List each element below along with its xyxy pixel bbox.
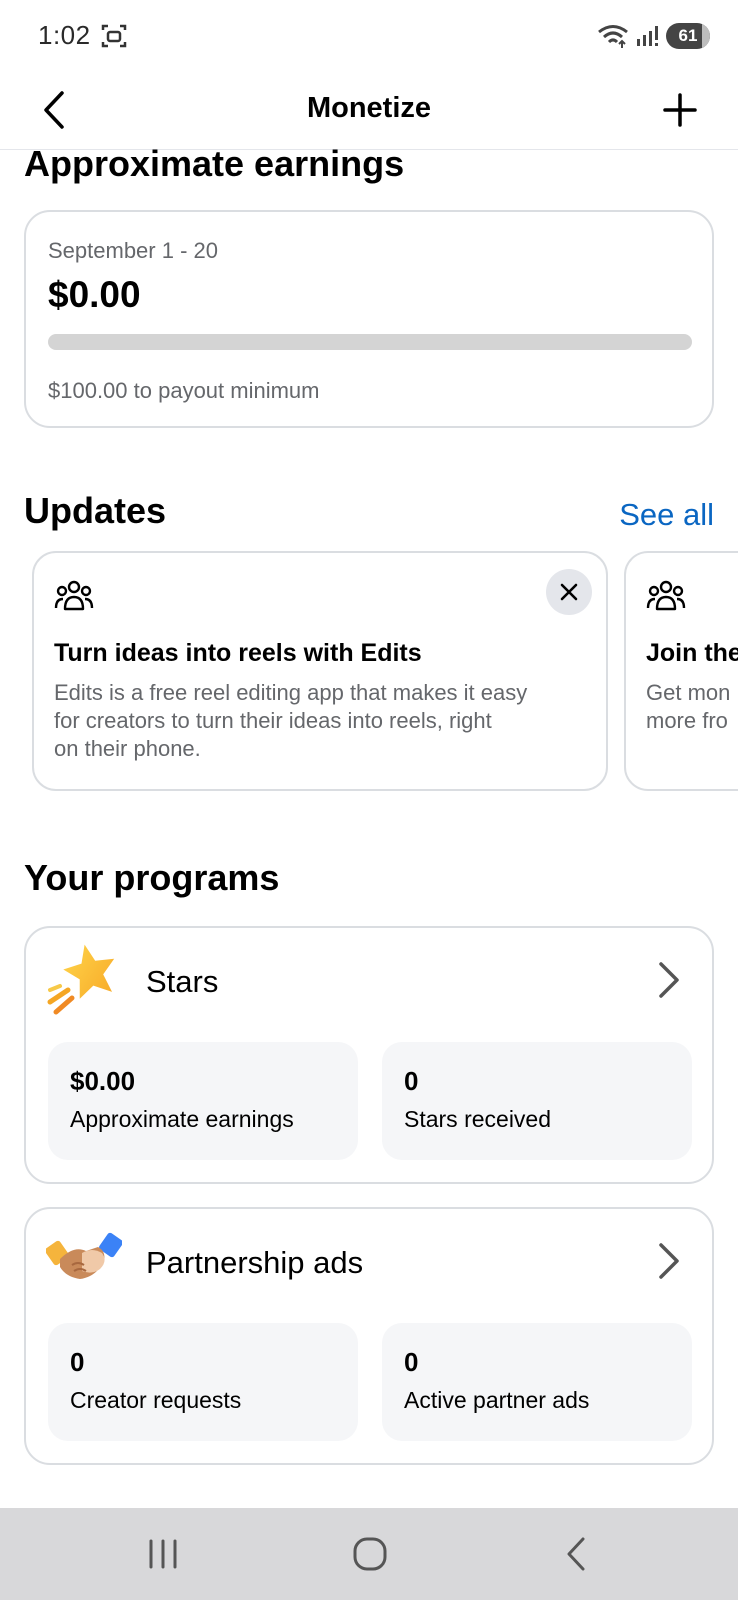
status-icons: 61 [596, 20, 710, 52]
stat-value: 0 [404, 1347, 419, 1377]
earnings-heading: Approximate earnings [24, 143, 405, 184]
update-description-line: Edits is a free reel editing app that ma… [54, 680, 528, 705]
people-icon [54, 580, 94, 611]
earnings-card[interactable]: September 1 - 20 $0.00 $100.00 to payout… [24, 210, 714, 428]
update-card[interactable]: Join the Get mon more fro [624, 551, 738, 791]
close-icon [560, 583, 578, 601]
stat-value: $0.00 [70, 1066, 136, 1096]
home-icon [353, 1537, 387, 1571]
programs-heading: Your programs [24, 857, 280, 898]
system-back-button[interactable] [546, 1532, 606, 1576]
status-bar: 1:02 61 [0, 0, 738, 72]
recent-apps-button[interactable] [133, 1532, 193, 1576]
program-name: Stars [146, 964, 219, 999]
stat-label: Approximate earnings [70, 1106, 294, 1132]
payout-minimum-note: $100.00 to payout minimum [48, 378, 320, 403]
see-all-link[interactable]: See all [619, 497, 714, 533]
battery-level: 61 [678, 26, 698, 45]
page-title: Monetize [306, 92, 432, 124]
stat-value: 0 [404, 1066, 419, 1096]
handshake-icon [46, 1232, 122, 1279]
program-name: Partnership ads [146, 1245, 364, 1280]
people-icon [646, 580, 686, 611]
payout-progress-bar [48, 334, 692, 350]
update-description-line: on their phone. [54, 736, 201, 761]
updates-heading: Updates [24, 490, 167, 531]
earnings-amount: $0.00 [48, 274, 141, 315]
star-icon [47, 944, 115, 1015]
program-card-partnership-ads[interactable]: Partnership ads 0 Creator requests 0 Act… [24, 1207, 714, 1465]
earnings-period: September 1 - 20 [48, 238, 218, 263]
back-arrow-icon [567, 1537, 585, 1571]
stat-approximate-earnings: $0.00 Approximate earnings [48, 1042, 358, 1160]
signal-icon [637, 26, 658, 46]
update-description-line: Get mon [646, 680, 731, 705]
update-description: Edits is a free reel editing app that ma… [54, 679, 584, 763]
app-header: Monetize [0, 72, 738, 150]
plus-icon [663, 93, 697, 127]
updates-carousel[interactable]: Turn ideas into reels with Edits Edits i… [0, 551, 738, 793]
update-description-line: for creators to turn their ideas into re… [54, 708, 492, 733]
battery-indicator: 61 [666, 23, 710, 49]
status-time: 1:02 [38, 20, 91, 50]
screenshot-icon [101, 24, 127, 48]
stat-value: 0 [70, 1347, 85, 1377]
update-description-line: more fro [646, 708, 728, 733]
stat-label: Creator requests [70, 1387, 242, 1413]
add-button[interactable] [658, 88, 702, 132]
update-title: Turn ideas into reels with Edits [54, 639, 422, 667]
wifi-icon [598, 25, 628, 48]
system-nav-bar [0, 1508, 738, 1600]
dismiss-button[interactable] [546, 569, 592, 615]
stat-active-partner-ads: 0 Active partner ads [382, 1323, 692, 1441]
recent-apps-icon [149, 1539, 177, 1569]
update-card[interactable]: Turn ideas into reels with Edits Edits i… [32, 551, 608, 791]
update-description: Get mon more fro [646, 679, 738, 735]
update-title: Join the [646, 639, 738, 667]
home-button[interactable] [340, 1532, 400, 1576]
chevron-right-icon[interactable] [656, 960, 682, 1000]
program-card-stars[interactable]: Stars $0.00 Approximate earnings 0 Stars… [24, 926, 714, 1184]
stat-label: Active partner ads [404, 1387, 590, 1413]
stat-label: Stars received [404, 1106, 552, 1132]
chevron-right-icon[interactable] [656, 1241, 682, 1281]
stat-creator-requests: 0 Creator requests [48, 1323, 358, 1441]
stat-stars-received: 0 Stars received [382, 1042, 692, 1160]
